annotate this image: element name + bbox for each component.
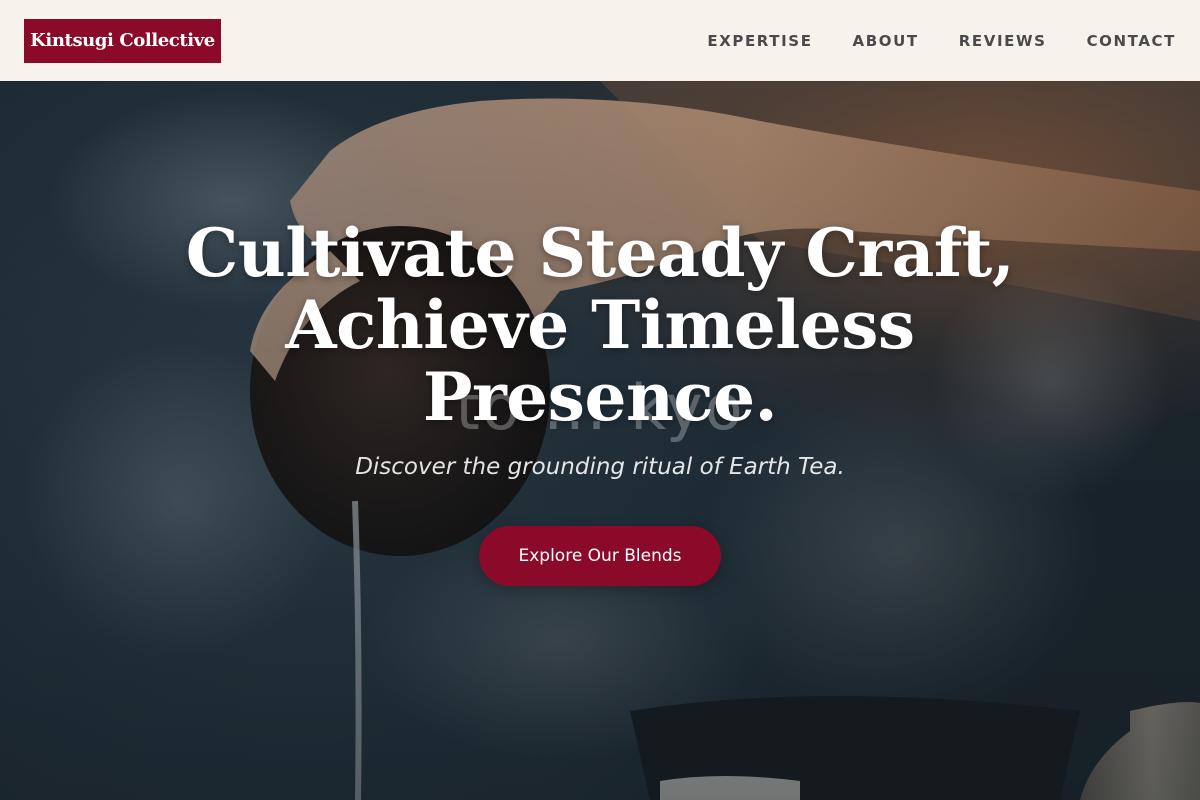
hero-subtitle: Discover the grounding ritual of Earth T… — [355, 454, 845, 480]
hero-background-lettering: to ... kyo — [455, 371, 745, 444]
nav-link-about[interactable]: ABOUT — [853, 32, 919, 50]
site-header: Kintsugi Collective EXPERTISE ABOUT REVI… — [0, 0, 1200, 81]
hero-content: to ... kyo Cultivate Steady Craft, Achie… — [0, 81, 1200, 800]
nav-link-contact[interactable]: CONTACT — [1087, 32, 1176, 50]
nav-link-reviews[interactable]: REVIEWS — [959, 32, 1047, 50]
nav-link-expertise[interactable]: EXPERTISE — [707, 32, 812, 50]
explore-blends-button[interactable]: Explore Our Blends — [479, 526, 721, 586]
brand-logo[interactable]: Kintsugi Collective — [24, 18, 221, 63]
main-nav: EXPERTISE ABOUT REVIEWS CONTACT — [707, 32, 1176, 50]
hero-section: to ... kyo Cultivate Steady Craft, Achie… — [0, 81, 1200, 800]
